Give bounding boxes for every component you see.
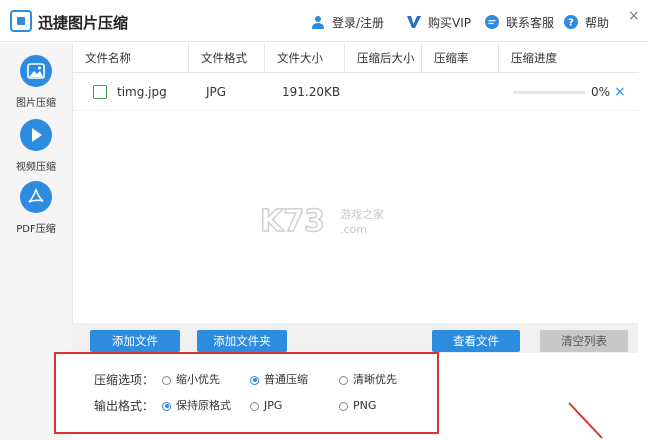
table-row[interactable]: timg.jpg JPG 191.20KB 0% × [73, 73, 639, 111]
help-icon: ? [563, 14, 579, 30]
contact-service-label: 联系客服 [506, 15, 555, 30]
watermark-logo: K73 游戏之家 .com [258, 203, 398, 240]
help-link[interactable]: ? 帮助 [563, 12, 609, 32]
radio-label: 缩小优先 [176, 373, 220, 386]
column-header-format: 文件格式 [188, 43, 264, 73]
buy-vip-link[interactable]: 购买VIP [406, 12, 471, 32]
radio-label: 保持原格式 [176, 399, 231, 412]
watermark-main: K73 [260, 204, 325, 239]
radio-png[interactable]: PNG [339, 396, 376, 416]
radio-label: PNG [353, 399, 377, 412]
output-format-label: 输出格式： [94, 399, 155, 413]
app-title: 迅捷图片压缩 [38, 14, 129, 32]
file-name: timg.jpg [117, 85, 167, 99]
sidebar-item-image-compress[interactable]: 图片压缩 [0, 55, 72, 115]
view-file-button[interactable]: 查看文件 [432, 330, 520, 352]
radio-clarity-first[interactable]: 清晰优先 [339, 370, 397, 390]
help-label: 帮助 [585, 15, 610, 30]
file-size: 191.20KB [282, 85, 341, 99]
add-file-button[interactable]: 添加文件 [90, 330, 180, 352]
watermark-sub1: 游戏之家 [340, 207, 384, 221]
app-logo-icon [10, 10, 32, 32]
vip-icon [406, 14, 422, 30]
radio-dot [250, 401, 259, 411]
chat-icon [484, 14, 500, 30]
image-file-icon [93, 85, 107, 99]
radio-dot [162, 401, 171, 411]
radio-dot [250, 375, 259, 385]
radio-label: 普通压缩 [264, 373, 308, 386]
watermark-sub2: .com [340, 223, 367, 236]
title-bar: 迅捷图片压缩 登录/注册 购买VIP 联系客服 ? 帮助 × [0, 0, 648, 42]
column-header-name: 文件名称 [85, 51, 131, 65]
user-icon [310, 14, 326, 30]
file-format: JPG [206, 85, 227, 99]
radio-dot [339, 401, 348, 411]
image-icon [20, 55, 52, 87]
sidebar-item-label: PDF压缩 [16, 224, 56, 235]
remove-file-button[interactable]: × [614, 73, 626, 111]
radio-jpg[interactable]: JPG [250, 396, 282, 416]
column-header-size: 文件大小 [264, 43, 344, 73]
output-format-row: 输出格式： 保持原格式 JPG PNG [56, 396, 441, 416]
compress-option-label: 压缩选项： [94, 373, 155, 387]
annotation-arrow [568, 402, 603, 439]
sidebar-item-label: 图片压缩 [16, 98, 56, 109]
radio-shrink-first[interactable]: 缩小优先 [162, 370, 220, 390]
column-header-progress: 压缩进度 [498, 43, 639, 73]
buy-vip-label: 购买VIP [428, 15, 471, 30]
login-register-label: 登录/注册 [332, 15, 385, 30]
radio-label: 清晰优先 [353, 373, 397, 386]
progress-bar [513, 91, 585, 94]
file-list: 文件名称 文件格式 文件大小 压缩后大小 压缩率 压缩进度 timg.jpg J… [72, 43, 639, 323]
login-register-link[interactable]: 登录/注册 [310, 12, 384, 32]
column-header-compressed-size: 压缩后大小 [344, 43, 421, 73]
table-header: 文件名称 文件格式 文件大小 压缩后大小 压缩率 压缩进度 [73, 43, 639, 73]
radio-dot [162, 375, 171, 385]
radio-label: JPG [264, 399, 283, 412]
add-folder-button[interactable]: 添加文件夹 [197, 330, 287, 352]
sidebar-item-video-compress[interactable]: 视频压缩 [0, 119, 72, 179]
radio-normal-compress[interactable]: 普通压缩 [250, 370, 308, 390]
compress-option-row: 压缩选项： 缩小优先 普通压缩 清晰优先 [56, 370, 441, 390]
play-icon [20, 119, 52, 151]
radio-keep-format[interactable]: 保持原格式 [162, 396, 231, 416]
sidebar-item-pdf-compress[interactable]: PDF压缩 [0, 181, 72, 241]
compression-options-panel: 压缩选项： 缩小优先 普通压缩 清晰优先 输出格式： 保持原格式 JPG PNG [54, 352, 439, 434]
window-close-button[interactable]: × [628, 8, 640, 24]
column-header-ratio: 压缩率 [421, 43, 498, 73]
contact-service-link[interactable]: 联系客服 [484, 12, 554, 32]
radio-dot [339, 375, 348, 385]
clear-list-button[interactable]: 清空列表 [540, 330, 628, 352]
sidebar-item-label: 视频压缩 [16, 162, 56, 173]
pdf-icon [20, 181, 52, 213]
svg-text:?: ? [568, 18, 574, 29]
progress-percent: 0% [591, 85, 611, 99]
